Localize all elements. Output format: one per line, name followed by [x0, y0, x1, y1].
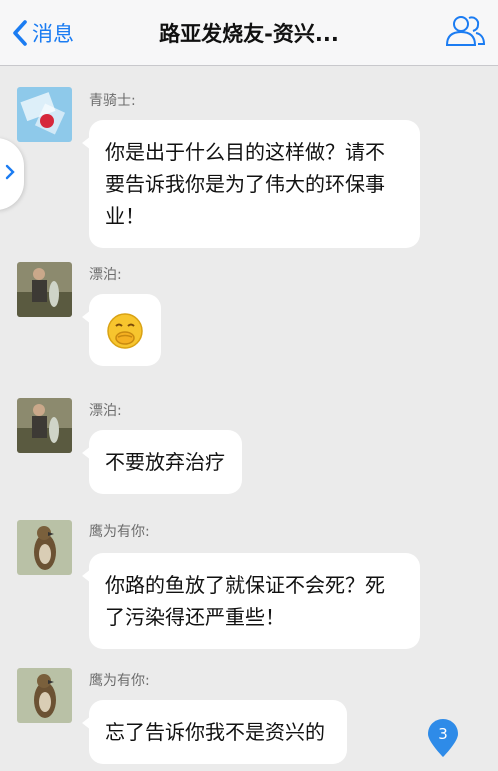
sender-name: 漂泊:: [89, 267, 122, 283]
message-bubble[interactable]: 不要放弃治疗: [82, 430, 242, 494]
chevron-right-icon: [5, 164, 15, 184]
covering-mouth-emoji: [106, 312, 144, 359]
navigation-bar: 消息 路亚发烧友-资兴...: [0, 0, 498, 66]
unread-badge[interactable]: 3: [426, 718, 460, 758]
sender-name: 鹰为有你:: [89, 673, 150, 689]
message-text: 你路的鱼放了就保证不会死？死了污染得还严重些！: [105, 573, 385, 629]
message-bubble[interactable]: 你是出于什么目的这样做？请不要告诉我你是为了伟大的环保事业！: [82, 120, 420, 248]
message-bubble[interactable]: 你路的鱼放了就保证不会死？死了污染得还严重些！: [82, 553, 420, 649]
group-members-button[interactable]: [444, 12, 486, 54]
message-text: 忘了告诉你我不是资兴的: [105, 720, 325, 744]
side-panel-tab[interactable]: [0, 138, 24, 210]
avatar[interactable]: [17, 87, 72, 142]
avatar[interactable]: [17, 668, 72, 723]
message-text: 你是出于什么目的这样做？请不要告诉我你是为了伟大的环保事业！: [105, 140, 385, 228]
message-text: 不要放弃治疗: [105, 450, 225, 474]
back-button[interactable]: 消息: [12, 14, 74, 52]
group-members-icon: [444, 16, 486, 54]
chat-title: 路亚发烧友-资兴...: [159, 22, 339, 46]
avatar[interactable]: [17, 520, 72, 575]
message-bubble[interactable]: [82, 294, 161, 366]
message-bubble[interactable]: 忘了告诉你我不是资兴的: [82, 700, 347, 764]
back-label: 消息: [32, 22, 74, 46]
sender-name: 青骑士:: [89, 93, 136, 109]
chevron-left-icon: [12, 20, 28, 46]
avatar[interactable]: [17, 262, 72, 317]
unread-count: 3: [438, 725, 448, 743]
sender-name: 鹰为有你:: [89, 524, 150, 540]
sender-name: 漂泊:: [89, 403, 122, 419]
avatar[interactable]: [17, 398, 72, 453]
